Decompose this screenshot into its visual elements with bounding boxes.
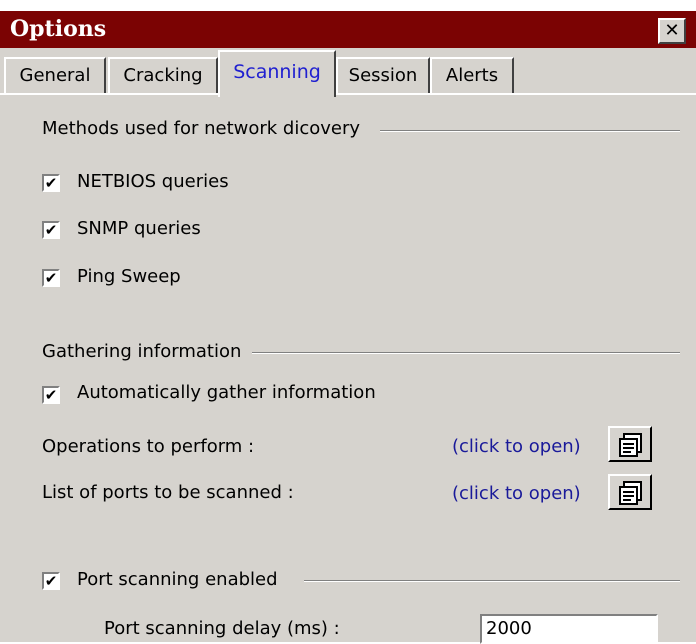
operations-link[interactable]: (click to open) (452, 436, 581, 457)
checkmark-icon: ✔ (44, 174, 58, 192)
tab-general[interactable]: General (4, 57, 106, 95)
netbios-checkbox[interactable]: ✔ (42, 174, 60, 192)
title-bar: Options ✕ (0, 11, 696, 48)
checkmark-icon: ✔ (44, 572, 58, 590)
section-divider (252, 352, 680, 354)
section-divider (380, 130, 680, 132)
ping-sweep-label: Ping Sweep (77, 266, 181, 287)
ports-list-label: List of ports to be scanned : (42, 482, 294, 503)
snmp-checkbox[interactable]: ✔ (42, 221, 60, 239)
port-scanning-checkbox[interactable]: ✔ (42, 572, 60, 590)
operations-label: Operations to perform : (42, 436, 255, 457)
properties-sheet-icon (619, 481, 642, 505)
auto-gather-checkbox[interactable]: ✔ (42, 386, 60, 404)
properties-sheet-icon (619, 433, 642, 457)
tab-alerts[interactable]: Alerts (430, 57, 514, 95)
ports-open-button[interactable] (608, 474, 652, 510)
snmp-label: SNMP queries (77, 218, 201, 239)
delay-input[interactable]: 2000 (480, 614, 658, 644)
window-title: Options (10, 16, 107, 42)
operations-open-button[interactable] (608, 426, 652, 462)
tab-cracking[interactable]: Cracking (108, 57, 218, 95)
section-divider (304, 580, 680, 582)
port-scanning-label: Port scanning enabled (77, 569, 286, 590)
tab-session[interactable]: Session (336, 57, 430, 95)
tab-label: Alerts (445, 65, 499, 86)
tab-scanning[interactable]: Scanning (218, 50, 336, 97)
tab-label: General (19, 65, 91, 86)
close-icon: ✕ (664, 20, 680, 41)
ping-sweep-checkbox[interactable]: ✔ (42, 269, 60, 287)
tab-label: Scanning (233, 61, 321, 83)
discovery-heading: Methods used for network dicovery (42, 118, 369, 139)
tab-label: Cracking (123, 65, 203, 86)
netbios-label: NETBIOS queries (77, 171, 229, 192)
checkmark-icon: ✔ (44, 269, 58, 287)
gathering-heading: Gathering information (42, 341, 250, 362)
ports-list-link[interactable]: (click to open) (452, 483, 581, 504)
checkmark-icon: ✔ (44, 221, 58, 239)
tab-label: Session (348, 65, 418, 86)
delay-label: Port scanning delay (ms) : (104, 618, 340, 639)
close-button[interactable]: ✕ (658, 18, 686, 44)
checkmark-icon: ✔ (44, 386, 58, 404)
auto-gather-label: Automatically gather information (77, 382, 376, 403)
